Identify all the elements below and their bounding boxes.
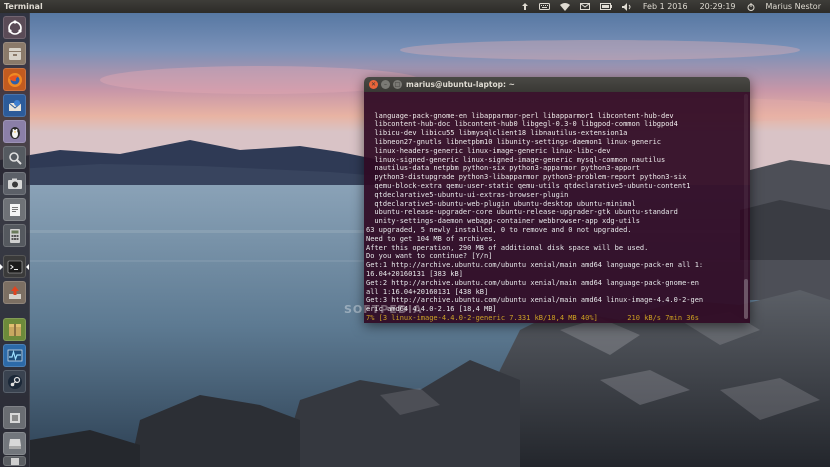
calculator-icon xyxy=(7,228,23,244)
terminal-line: unity-settings-daemon webapp-container w… xyxy=(366,217,640,226)
top-panel: Terminal Feb 1 2016 20:29:19 Marius Nest… xyxy=(0,0,830,13)
terminal-line: libneon27-gnutls libnetpbm10 libunity-se… xyxy=(366,137,662,146)
terminal-line: all 1:16.04+20160131 [438 kB] xyxy=(366,287,489,296)
minimize-icon: – xyxy=(384,81,387,88)
archive-icon xyxy=(7,322,23,338)
network-upload-icon[interactable] xyxy=(516,0,534,13)
terminal-window[interactable]: ✕ – □ marius@ubuntu-laptop: ~ language-p… xyxy=(364,77,750,323)
softpedia-watermark: SOFTPEDIA xyxy=(344,303,423,316)
date-indicator[interactable]: Feb 1 2016 xyxy=(637,0,694,13)
launcher-calculator[interactable] xyxy=(3,224,26,247)
firefox-icon xyxy=(7,72,23,88)
terminal-line: Need to get 104 MB of archives. xyxy=(366,234,497,243)
mail-icon[interactable] xyxy=(575,0,595,13)
terminal-line: python3-distupgrade python3-libapparmor … xyxy=(366,173,687,182)
close-button[interactable]: ✕ xyxy=(369,80,378,89)
running-app-indicator xyxy=(26,264,29,270)
terminal-line: linux-signed-generic linux-signed-image-… xyxy=(366,155,666,164)
launcher-thunderbird[interactable] xyxy=(3,94,26,117)
wifi-icon[interactable] xyxy=(555,0,575,13)
launcher-files[interactable] xyxy=(3,42,26,65)
terminal-titlebar[interactable]: ✕ – □ marius@ubuntu-laptop: ~ xyxy=(364,77,750,92)
window-title: marius@ubuntu-laptop: ~ xyxy=(406,80,515,89)
maximize-icon: □ xyxy=(394,81,401,88)
terminal-line: Get:2 http://archive.ubuntu.com/ubuntu x… xyxy=(366,278,699,287)
terminal-line: linux-headers-generic linux-image-generi… xyxy=(366,146,611,155)
text-editor-icon xyxy=(7,202,23,218)
launcher-screenshot[interactable] xyxy=(3,146,26,169)
terminal-line: Do you want to continue? [Y/n] xyxy=(366,252,493,261)
launcher-firefox[interactable] xyxy=(3,68,26,91)
terminal-line: qemu-block-extra qemu-user-static qemu-u… xyxy=(366,181,691,190)
trash-icon xyxy=(9,457,21,465)
terminal-line: qtdeclarative5-ubuntu-ui-extras-browser-… xyxy=(366,190,569,199)
keyboard-icon[interactable] xyxy=(534,0,555,13)
terminal-line: ubuntu-release-upgrader-core ubuntu-rele… xyxy=(366,208,678,217)
active-app-title: Terminal xyxy=(4,2,43,11)
terminal-icon xyxy=(7,259,23,275)
power-icon[interactable] xyxy=(742,0,760,13)
launcher-archive-manager[interactable] xyxy=(3,318,26,341)
launcher-text-editor[interactable] xyxy=(3,198,26,221)
launcher-system-monitor[interactable] xyxy=(3,344,26,367)
launcher-dash-home[interactable] xyxy=(3,16,26,39)
launcher-settings[interactable] xyxy=(3,406,26,429)
indicator-area: Feb 1 2016 20:29:19 Marius Nestor xyxy=(516,0,830,13)
minimize-button[interactable]: – xyxy=(381,80,390,89)
terminal-line: libcontent-hub-doc libcontent-hub0 libge… xyxy=(366,120,678,129)
penguin-icon xyxy=(7,124,23,140)
launcher-camera[interactable] xyxy=(3,172,26,195)
battery-icon[interactable] xyxy=(595,0,617,13)
ubuntu-logo-icon xyxy=(7,19,23,36)
terminal-output[interactable]: language-pack-gnome-en libapparmor-perl … xyxy=(364,92,750,323)
terminal-line: After this operation, 290 MB of addition… xyxy=(366,243,649,252)
launcher-steam[interactable] xyxy=(3,370,26,393)
terminal-line: language-pack-gnome-en libapparmor-perl … xyxy=(366,111,674,120)
terminal-line: Get:1 http://archive.ubuntu.com/ubuntu x… xyxy=(366,261,704,270)
terminal-line: 63 upgraded, 5 newly installed, 0 to rem… xyxy=(366,225,632,234)
launcher-terminal[interactable] xyxy=(3,255,26,278)
launcher-device[interactable] xyxy=(3,432,26,455)
close-icon: ✕ xyxy=(370,81,377,88)
terminal-line: 16.04+20160131 [383 kB] xyxy=(366,269,463,278)
launcher-software-updater[interactable] xyxy=(3,281,26,304)
user-name-indicator[interactable]: Marius Nestor xyxy=(760,0,828,13)
system-monitor-icon xyxy=(7,348,23,364)
launcher-trash[interactable] xyxy=(3,456,26,466)
settings-icon xyxy=(7,410,23,426)
steam-icon xyxy=(7,374,23,390)
unity-launcher xyxy=(0,13,30,467)
magnifier-icon xyxy=(7,150,23,166)
volume-icon[interactable] xyxy=(617,0,637,13)
clock-indicator[interactable]: 20:29:19 xyxy=(694,0,742,13)
terminal-line: qtdeclarative5-ubuntu-web-plugin ubuntu-… xyxy=(366,199,636,208)
camera-icon xyxy=(7,176,23,192)
maximize-button[interactable]: □ xyxy=(393,80,402,89)
terminal-line: nautilus-data netpbm python-six python3-… xyxy=(366,164,640,173)
updater-icon xyxy=(7,285,23,301)
thunderbird-icon xyxy=(7,98,23,114)
scrollbar-thumb[interactable] xyxy=(744,279,748,319)
launcher-pidgin[interactable] xyxy=(3,120,26,143)
terminal-line: libicu-dev libicu55 libmysqlclient18 lib… xyxy=(366,129,628,138)
terminal-scrollbar[interactable] xyxy=(744,94,748,319)
file-cabinet-icon xyxy=(7,46,23,62)
drive-icon xyxy=(7,436,23,452)
